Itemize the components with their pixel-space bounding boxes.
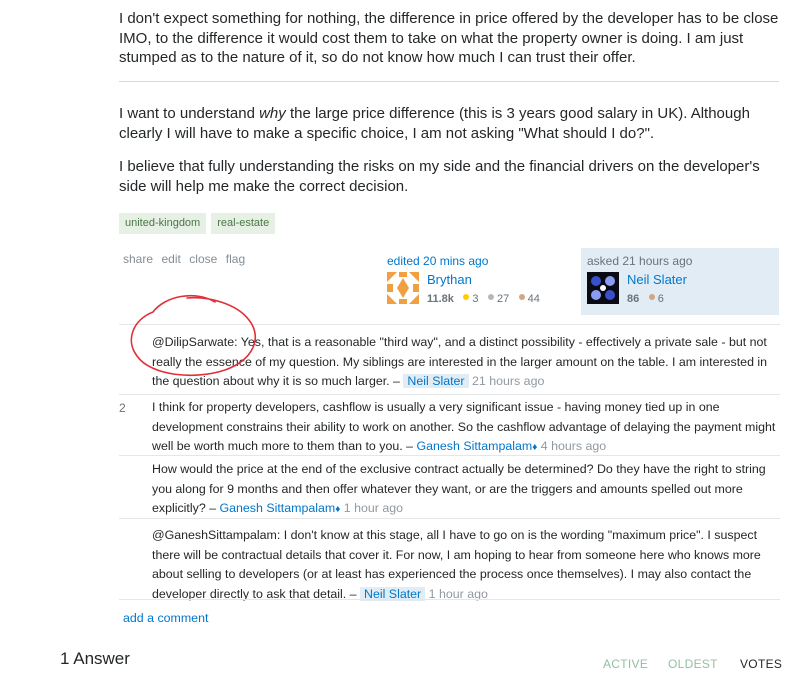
close-link[interactable]: close (189, 252, 217, 266)
asked-time: asked 21 hours ago (587, 254, 693, 268)
comment-time[interactable]: 21 hours ago (472, 374, 544, 388)
answers-heading: 1 Answer (60, 649, 130, 668)
editor-signature: edited 20 mins ago (387, 254, 488, 268)
divider (119, 81, 779, 82)
annotation-circle-icon (130, 294, 257, 377)
tab-oldest[interactable]: OLDEST (668, 657, 718, 671)
owner-avatar[interactable] (587, 272, 619, 309)
edit-link[interactable]: edit (161, 252, 180, 266)
comment-time[interactable]: 4 hours ago (541, 439, 606, 453)
emphasis-text: why (259, 105, 286, 122)
comment-divider (119, 518, 780, 519)
gold-badge-count: 3 (472, 293, 479, 305)
owner-details: Neil Slater 86 6 (627, 272, 687, 307)
post-menu: share edit close flag (123, 250, 249, 268)
comment-4: @GaneshSittampalam: I don't know at this… (152, 526, 780, 604)
owner-name[interactable]: Neil Slater (627, 272, 687, 287)
comment-2: I think for property developers, cashflo… (152, 398, 780, 458)
tag-united-kingdom[interactable]: united-kingdom (119, 213, 207, 234)
moderator-diamond-icon: ♦ (532, 442, 538, 453)
tab-votes[interactable]: VOTES (740, 657, 782, 671)
comment-user-link[interactable]: Ganesh Sittampalam (220, 501, 336, 515)
edited-time[interactable]: edited 20 mins ago (387, 254, 488, 268)
tag-list: united-kingdom real-estate (119, 213, 280, 234)
add-comment-link[interactable]: add a comment (123, 611, 208, 625)
comment-divider (119, 394, 780, 395)
gold-badge-icon (463, 294, 470, 301)
bronze-badge-icon (648, 294, 655, 301)
tag-real-estate[interactable]: real-estate (211, 213, 276, 234)
comment-divider (119, 455, 780, 456)
edited-time-link[interactable]: edited 20 mins ago (387, 254, 488, 268)
owner-reputation: 86 (627, 293, 640, 305)
comment-score: 2 (119, 401, 126, 415)
question-paragraph-3: I believe that fully understanding the r… (119, 158, 760, 195)
paragraph-text: I want to understand (119, 105, 260, 122)
bronze-badge-count: 6 (657, 293, 664, 305)
moderator-diamond-icon: ♦ (335, 504, 341, 515)
editor-details: Brythan 11.8k 3 27 44 (427, 272, 540, 307)
editor-reputation: 11.8k (427, 293, 454, 305)
comment-user-link[interactable]: Neil Slater (403, 374, 469, 388)
flag-link[interactable]: flag (226, 252, 245, 266)
share-link[interactable]: share (123, 252, 153, 266)
question-paragraph-1: I don't expect something for nothing, th… (119, 10, 779, 66)
comment-divider (119, 599, 780, 600)
bronze-badge-icon (518, 294, 525, 301)
question-paragraph-2: I want to understand why the large price… (119, 104, 784, 143)
identicon-icon (387, 272, 419, 304)
comment-time[interactable]: 1 hour ago (344, 501, 403, 515)
editor-name[interactable]: Brythan (427, 272, 540, 287)
owner-avatar-icon (587, 272, 619, 304)
silver-badge-icon (487, 294, 494, 301)
silver-badge-count: 27 (496, 293, 510, 305)
bronze-badge-count: 44 (527, 293, 540, 305)
comment-3: How would the price at the end of the ex… (152, 460, 780, 520)
comment-user-link[interactable]: Ganesh Sittampalam (416, 439, 532, 453)
tab-active[interactable]: ACTIVE (603, 657, 648, 671)
editor-avatar[interactable] (387, 272, 419, 309)
